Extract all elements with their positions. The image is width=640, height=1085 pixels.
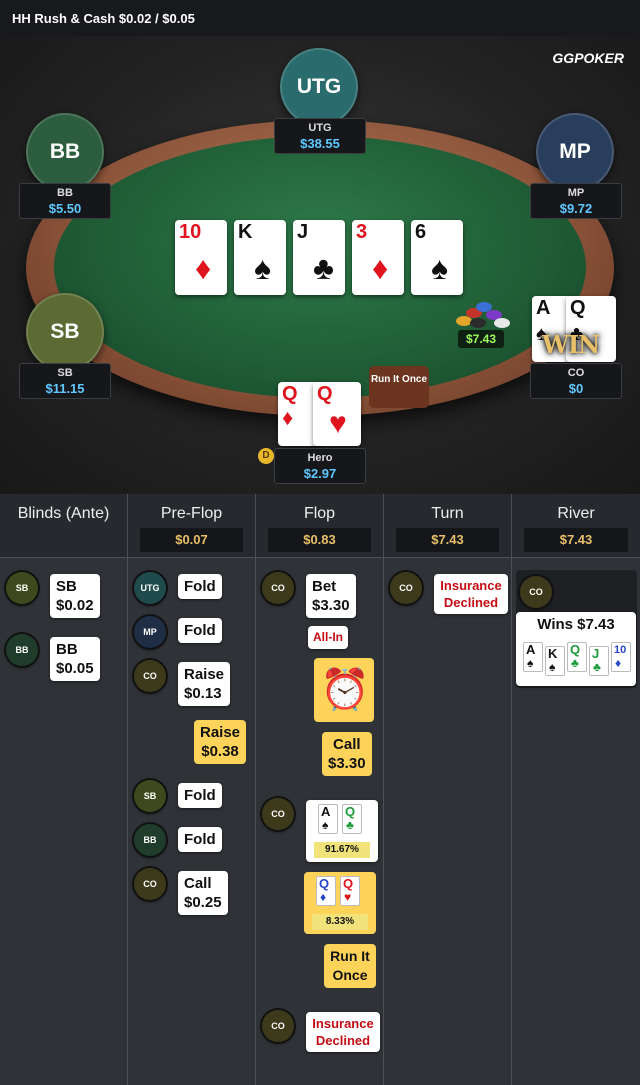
hero-equity-bubble: Q ♦ Q ♥ 8.33% xyxy=(304,872,376,934)
action-bubble: Raise $0.13 xyxy=(178,662,231,706)
column-header: Flop $0.83 xyxy=(256,494,383,558)
poker-table-area: GGPOKER UTG UTG $38.55 BB BB $5.50 MP MP… xyxy=(0,36,640,494)
column-header: River $7.43 xyxy=(512,494,640,558)
column-preflop: Pre-Flop $0.07 UTG Fold MP Fold CO Raise $… xyxy=(128,494,256,1085)
column-turn: Turn $7.43 CO Insurance Declined xyxy=(384,494,512,1085)
seat-name: MP xyxy=(567,187,585,199)
seat-stack: $9.72 xyxy=(559,201,593,216)
pos-badge-mp: MP xyxy=(134,616,166,648)
pos-badge-co: CO xyxy=(520,576,552,608)
avatar-sb[interactable]: SB xyxy=(26,293,104,371)
action-bubble: Fold xyxy=(178,783,222,808)
allin-badge: All-In xyxy=(308,626,348,649)
pos-badge-co: CO xyxy=(262,798,294,830)
nameplate-co: CO $0 xyxy=(530,363,622,399)
action-bubble: Call $0.25 xyxy=(178,871,228,915)
ggpoker-logo: GGPOKER xyxy=(552,50,624,66)
action-bubble: Fold xyxy=(178,618,222,643)
insurance-bubble: Insurance Declined xyxy=(434,574,508,614)
avatar-bb[interactable]: BB xyxy=(26,113,104,191)
seat-name: UTG xyxy=(308,122,332,134)
run-it-once-bubble: Run It Once xyxy=(324,944,376,988)
hero-action-bubble: Call $3.30 xyxy=(322,732,372,776)
wins-bubble: Wins $7.43 A ♠ K ♠ Q ♣ J ♣ 10 ♦ xyxy=(516,612,636,686)
avatar-mp[interactable]: MP xyxy=(536,113,614,191)
hand-history-panel: Blinds (Ante) SB SB $0.02 BB BB $0.05 Pre-… xyxy=(0,494,640,1085)
pos-badge-co: CO xyxy=(390,572,422,604)
pos-badge-co: CO xyxy=(134,660,166,692)
win-badge: WIN xyxy=(542,330,600,359)
run-it-once-button[interactable]: Run It Once xyxy=(369,366,429,408)
pos-badge-bb: BB xyxy=(134,824,166,856)
insurance-bubble: Insurance Declined xyxy=(306,1012,380,1052)
action-bubble: SB $0.02 xyxy=(50,574,100,618)
nameplate-hero: Hero $2.97 xyxy=(274,448,366,484)
seat-stack: $5.50 xyxy=(48,201,82,216)
pos-badge-sb: SB xyxy=(6,572,38,604)
column-pot: $0.07 xyxy=(140,528,243,552)
pos-badge-co: CO xyxy=(262,1010,294,1042)
seat-stack: $2.97 xyxy=(303,466,337,481)
seat-stack: $38.55 xyxy=(300,136,340,151)
seat-stack: $0 xyxy=(568,381,584,396)
board-card-2: K ♠ xyxy=(234,220,286,295)
nameplate-bb: BB $5.50 xyxy=(19,183,111,219)
hero-action-bubble: Raise $0.38 xyxy=(194,720,247,764)
board-card-1: 10 ♦ xyxy=(175,220,227,295)
column-pot: $7.43 xyxy=(524,528,628,552)
nameplate-sb: SB $11.15 xyxy=(19,363,111,399)
column-header: Turn $7.43 xyxy=(384,494,511,558)
column-pot: $7.43 xyxy=(396,528,499,552)
seat-name: BB xyxy=(57,187,73,199)
column-header: Pre-Flop $0.07 xyxy=(128,494,255,558)
pos-badge-co: CO xyxy=(134,868,166,900)
pos-badge-bb: BB xyxy=(6,634,38,666)
column-flop: Flop $0.83 CO Bet $3.30 All-In ⏰ Call $3.30… xyxy=(256,494,384,1085)
column-river: River $7.43 CO Wins $7.43 A ♠ K ♠ Q ♣ J ♣ 10 ♦ xyxy=(512,494,640,1085)
pos-badge-utg: UTG xyxy=(134,572,166,604)
column-blinds: Blinds (Ante) SB SB $0.02 BB BB $0.05 xyxy=(0,494,128,1085)
hero-card-2: Q ♥ xyxy=(313,382,361,446)
seat-name: CO xyxy=(567,367,585,379)
column-header: Blinds (Ante) xyxy=(0,494,127,558)
action-bubble: BB $0.05 xyxy=(50,637,100,681)
action-bubble: Bet $3.30 xyxy=(306,574,356,618)
nameplate-utg: UTG $38.55 xyxy=(274,118,366,154)
seat-stack: $11.15 xyxy=(45,381,85,396)
pot-amount: $7.43 xyxy=(458,330,504,348)
board-card-3: J ♣ xyxy=(293,220,345,295)
pos-badge-sb: SB xyxy=(134,780,166,812)
pot-chips-icon xyxy=(456,298,510,330)
pos-badge-co: CO xyxy=(262,572,294,604)
co-equity-bubble: A ♠ Q ♣ 91.67% xyxy=(306,800,378,862)
seat-name: SB xyxy=(57,367,73,379)
action-bubble: Fold xyxy=(178,574,222,599)
action-bubble: Fold xyxy=(178,827,222,852)
column-pot: $0.83 xyxy=(268,528,371,552)
seat-name: Hero xyxy=(307,452,333,464)
header-title: HH Rush & Cash $0.02 / $0.05 xyxy=(0,0,640,36)
board-card-5: 6 ♠ xyxy=(411,220,463,295)
dealer-button: D xyxy=(258,448,274,464)
nameplate-mp: MP $9.72 xyxy=(530,183,622,219)
timer-bank-icon: ⏰ xyxy=(314,658,374,722)
avatar-utg[interactable]: UTG xyxy=(280,48,358,126)
board-card-4: 3 ♦ xyxy=(352,220,404,295)
